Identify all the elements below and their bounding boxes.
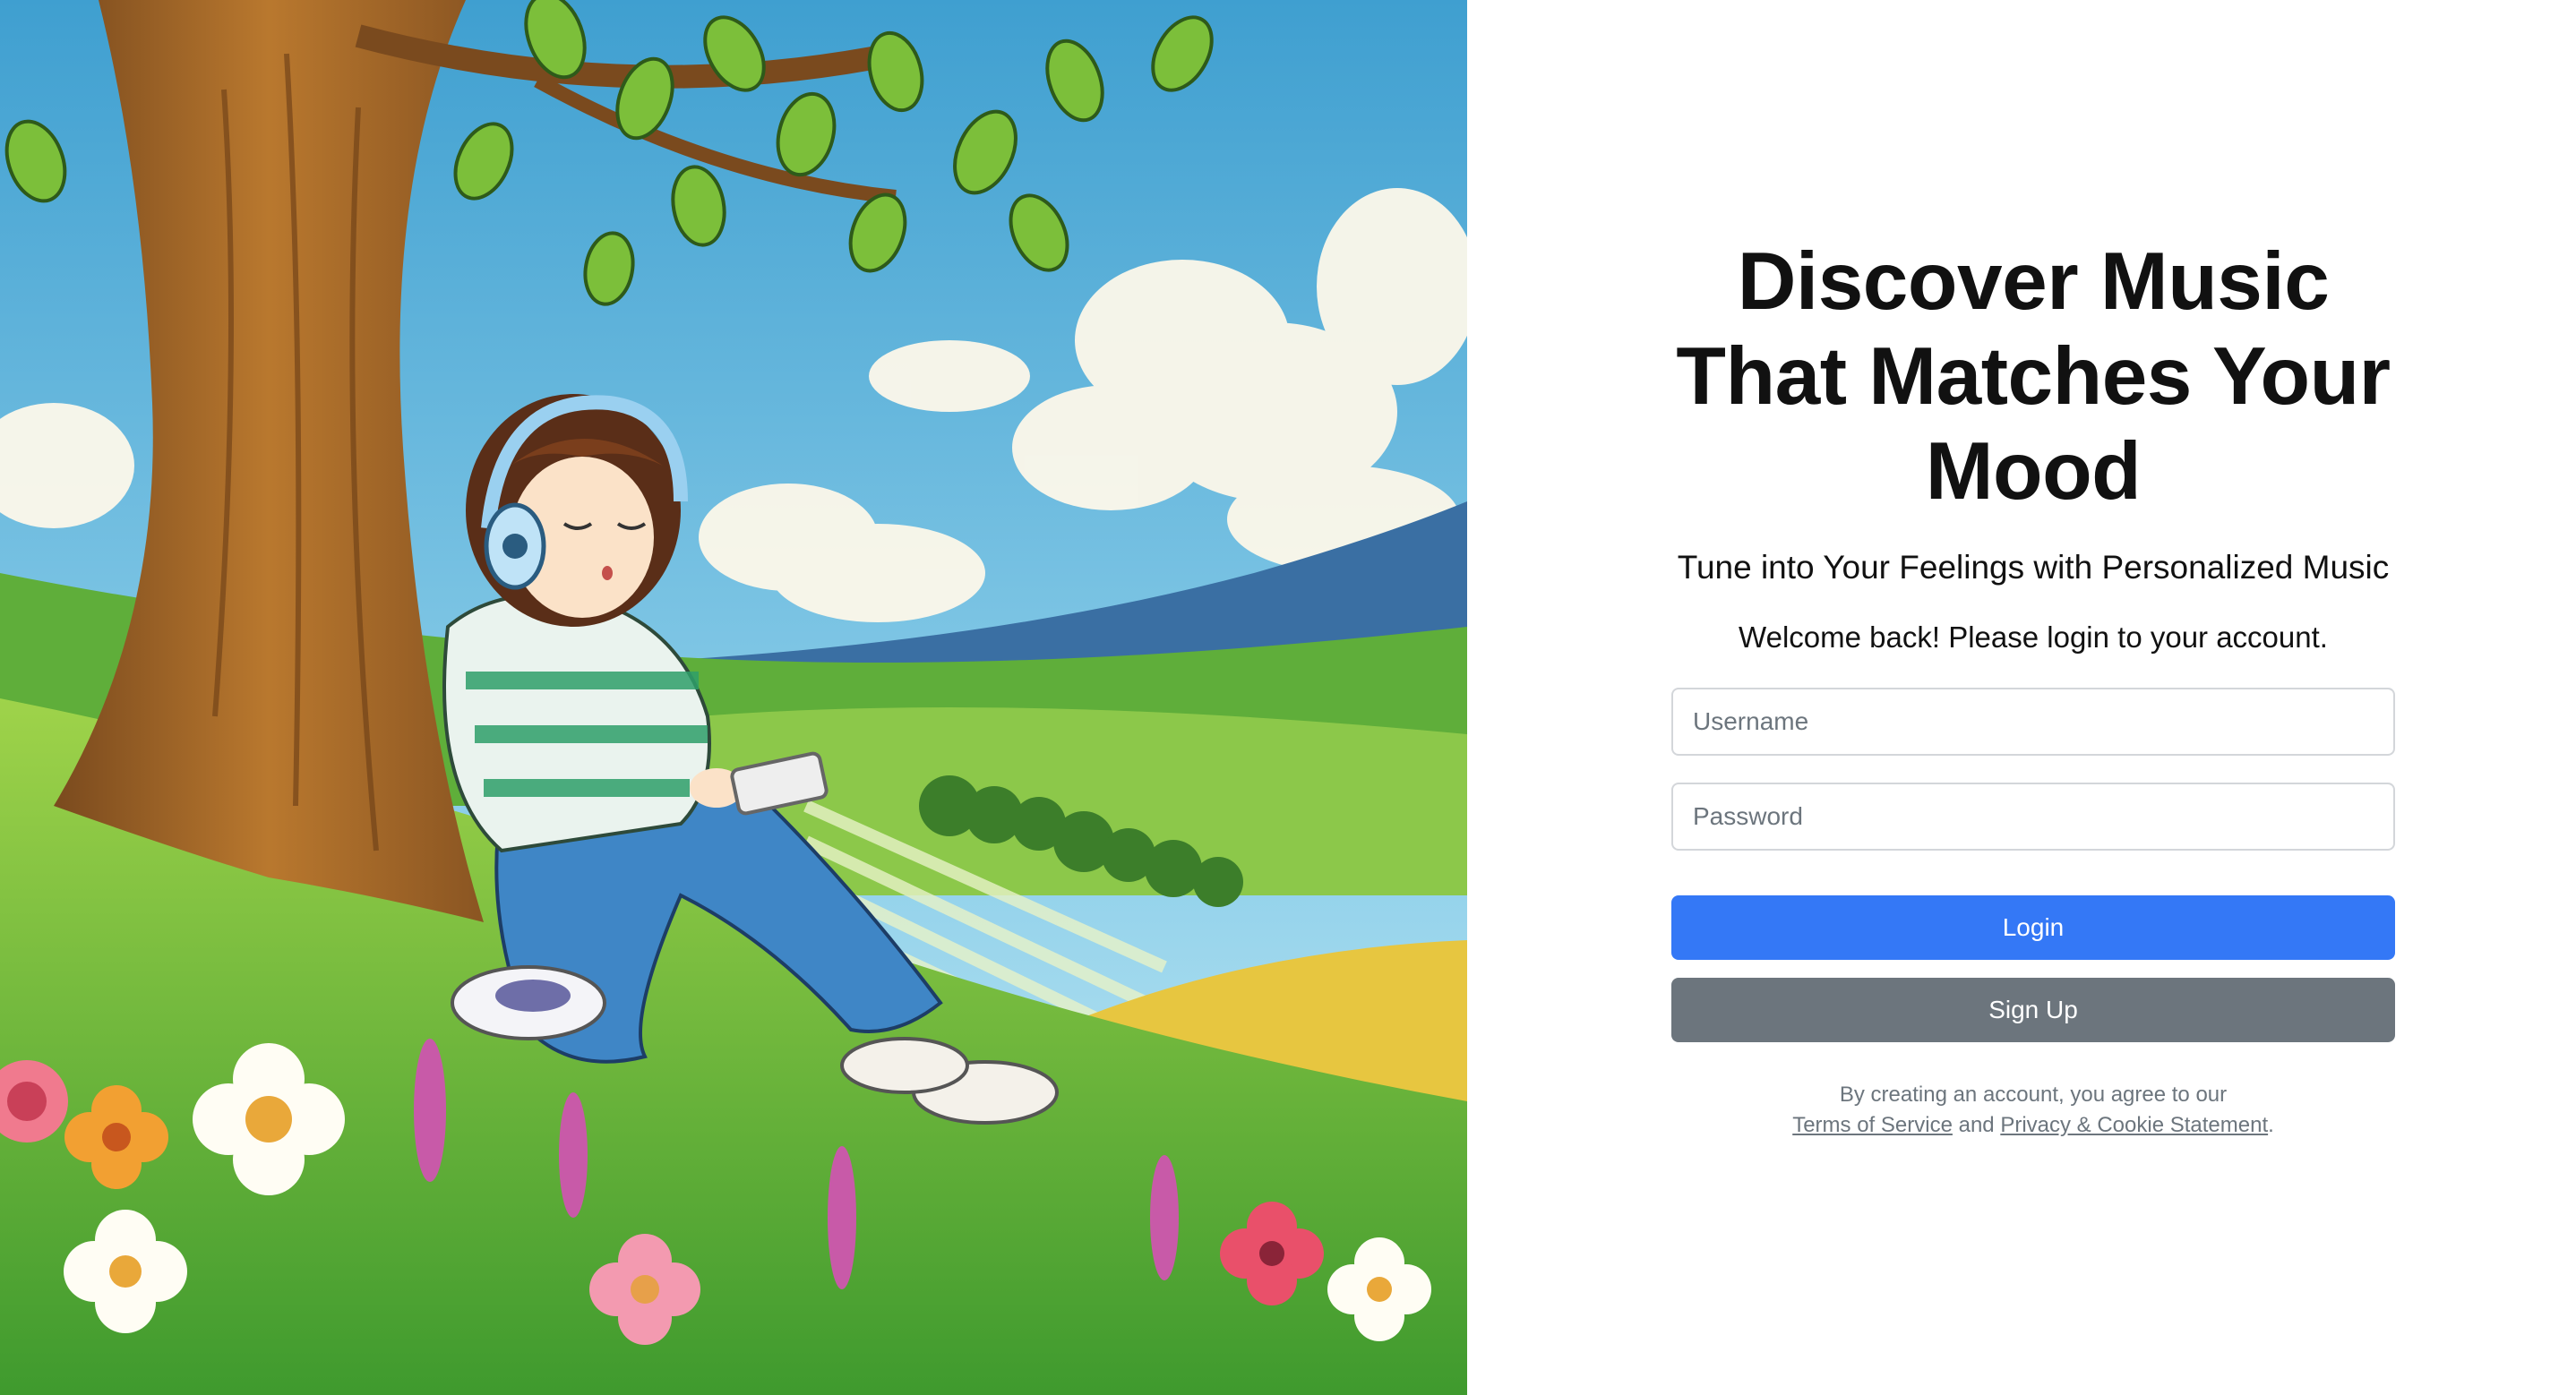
legal-suffix-text: . xyxy=(2268,1113,2274,1137)
login-button[interactable]: Login xyxy=(1671,895,2395,960)
username-input[interactable] xyxy=(1671,688,2395,756)
legal-and-text: and xyxy=(1958,1113,1995,1137)
privacy-cookie-link[interactable]: Privacy & Cookie Statement xyxy=(2000,1113,2268,1137)
legal-notice-line-2: Terms of Service and Privacy & Cookie St… xyxy=(1671,1110,2395,1141)
password-input[interactable] xyxy=(1671,783,2395,851)
terms-of-service-link[interactable]: Terms of Service xyxy=(1792,1113,1953,1137)
auth-form-container: Discover Music That Matches Your Mood Tu… xyxy=(1671,235,2395,1141)
login-page: Discover Music That Matches Your Mood Tu… xyxy=(0,0,2576,1395)
legal-prefix-text: By creating an account, you agree to our xyxy=(1839,1083,2228,1107)
welcome-message: Welcome back! Please login to your accou… xyxy=(1739,620,2328,654)
legal-notice-line-1: By creating an account, you agree to our xyxy=(1671,1080,2395,1110)
hero-illustration xyxy=(0,0,1467,1395)
sign-up-button[interactable]: Sign Up xyxy=(1671,978,2395,1042)
auth-panel: Discover Music That Matches Your Mood Tu… xyxy=(1467,0,2576,1395)
page-subtitle: Tune into Your Feelings with Personalize… xyxy=(1677,549,2390,586)
page-title: Discover Music That Matches Your Mood xyxy=(1676,236,2391,517)
legal-notice: By creating an account, you agree to our… xyxy=(1671,1080,2395,1141)
hero-illustration-art xyxy=(0,0,1467,1395)
